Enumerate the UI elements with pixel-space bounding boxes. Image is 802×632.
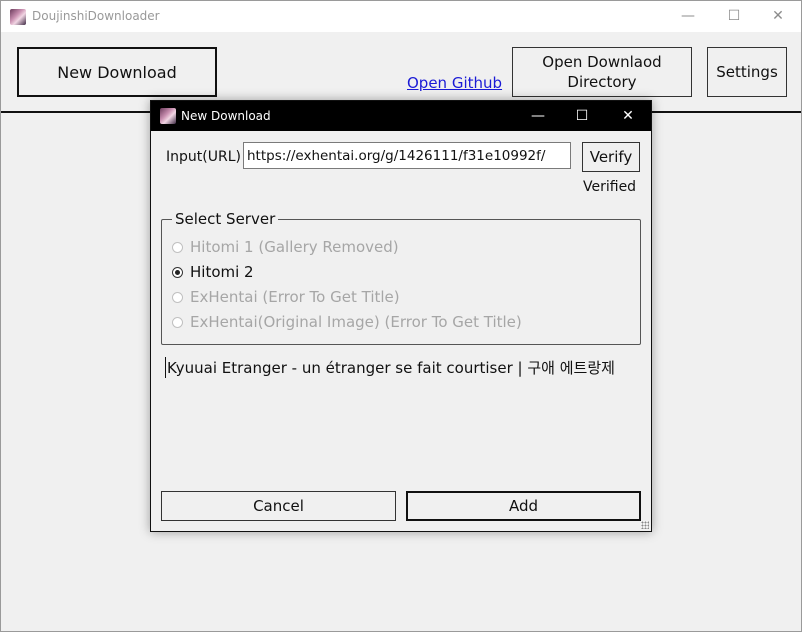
app-icon: [10, 9, 26, 25]
minimize-button[interactable]: —: [665, 1, 711, 32]
radio-button[interactable]: [172, 291, 183, 303]
dialog-maximize-button[interactable]: ☐: [559, 101, 605, 131]
server-option-exhentai[interactable]: ExHentai (Error To Get Title): [172, 287, 400, 307]
dialog-titlebar[interactable]: New Download — ☐ ✕: [151, 101, 651, 131]
radio-button-selected[interactable]: [172, 266, 183, 278]
url-label: Input(URL): [166, 149, 241, 165]
open-github-link[interactable]: Open Github: [407, 74, 502, 92]
resize-grip-icon[interactable]: [641, 521, 649, 529]
close-button[interactable]: ✕: [755, 1, 801, 32]
server-option-hitomi-1[interactable]: Hitomi 1 (Gallery Removed): [172, 237, 399, 257]
main-titlebar[interactable]: DoujinshiDownloader — ☐ ✕: [1, 1, 801, 32]
settings-button[interactable]: Settings: [707, 47, 787, 97]
dialog-close-button[interactable]: ✕: [605, 101, 651, 131]
verified-status: Verified: [583, 179, 637, 195]
server-option-label: ExHentai (Error To Get Title): [190, 288, 400, 306]
new-download-button[interactable]: New Download: [17, 47, 217, 97]
cancel-button[interactable]: Cancel: [161, 491, 396, 521]
server-option-exhentai-original[interactable]: ExHentai(Original Image) (Error To Get T…: [172, 312, 522, 332]
new-download-dialog: New Download — ☐ ✕ Input(URL) Verify Ver…: [150, 100, 652, 532]
select-server-group: Select Server Hitomi 1 (Gallery Removed)…: [161, 210, 641, 345]
dialog-app-icon: [160, 108, 176, 124]
select-server-label: Select Server: [172, 210, 279, 228]
server-option-label: Hitomi 2: [190, 263, 254, 281]
url-input[interactable]: [243, 142, 571, 169]
verify-button[interactable]: Verify: [582, 142, 640, 172]
radio-button[interactable]: [172, 316, 183, 328]
server-option-hitomi-2[interactable]: Hitomi 2: [172, 262, 254, 282]
dialog-title: New Download: [181, 109, 271, 123]
gallery-title-text[interactable]: Kyuuai Etranger - un étranger se fait co…: [165, 357, 615, 378]
open-download-directory-button[interactable]: Open Downlaod Directory: [512, 47, 692, 97]
maximize-button[interactable]: ☐: [711, 1, 757, 32]
server-option-label: Hitomi 1 (Gallery Removed): [190, 238, 399, 256]
server-option-label: ExHentai(Original Image) (Error To Get T…: [190, 313, 522, 331]
radio-button[interactable]: [172, 241, 183, 253]
add-button[interactable]: Add: [406, 491, 641, 521]
window-title: DoujinshiDownloader: [32, 9, 160, 23]
dialog-minimize-button[interactable]: —: [515, 101, 561, 131]
